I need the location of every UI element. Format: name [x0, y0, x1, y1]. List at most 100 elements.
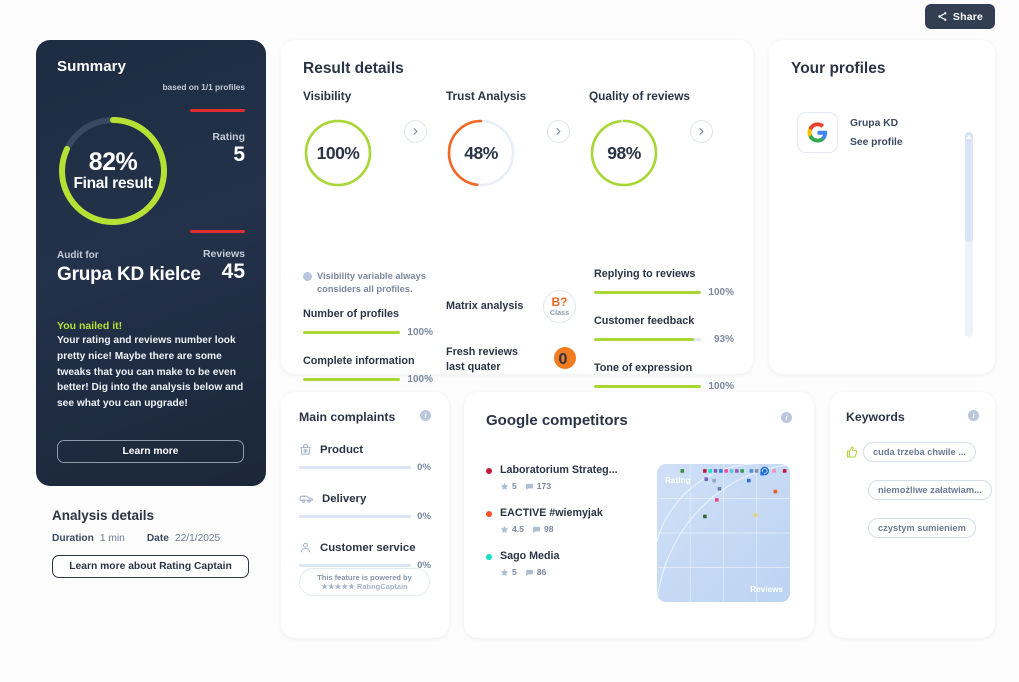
- learn-more-button[interactable]: Learn more: [57, 440, 244, 463]
- competitor-row[interactable]: Laboratorium Strateg... 5 173: [486, 464, 651, 491]
- bar-label: Tone of expression: [594, 362, 693, 374]
- reviews-stat: Reviews 45: [203, 248, 245, 283]
- reviews-label: Reviews: [202, 248, 245, 260]
- delivery-van-icon: [299, 495, 313, 503]
- profiles-scrollbar[interactable]: [965, 132, 973, 337]
- date-label: Date: [146, 533, 169, 544]
- visibility-note-text: Visibility variable always considers all…: [317, 271, 426, 295]
- competitor-stats: 4.5 98: [500, 524, 603, 534]
- main-complaints-card: Main complaints Product 0%: [281, 392, 449, 638]
- complaint-percent: 0%: [417, 511, 431, 522]
- bar-row: 100%: [594, 381, 734, 392]
- main-complaints-header: Main complaints: [299, 410, 431, 424]
- matrix-analysis-row: Matrix analysis B? Class: [446, 290, 576, 323]
- summary-headline: You nailed it!: [57, 320, 123, 332]
- fresh-reviews-label-line1: Fresh reviews: [446, 346, 519, 358]
- comment-icon: [525, 483, 533, 490]
- info-dot-icon: [303, 272, 312, 281]
- bar-fill: [303, 378, 400, 381]
- competitor-rating-value: 5: [512, 481, 517, 491]
- chevron-right-icon: [413, 128, 418, 135]
- competitor-name: Sago Media: [500, 550, 560, 562]
- google-logo-icon: [797, 112, 838, 153]
- complaint-percent: 0%: [417, 462, 431, 473]
- bar-tone-of-expression: Tone of expression 100%: [594, 362, 734, 392]
- keyword-chip[interactable]: czystym sumieniem: [868, 518, 976, 538]
- metric-ring: 100%: [303, 118, 373, 188]
- share-button-label: Share: [952, 10, 984, 23]
- google-competitors-header: Google competitors: [486, 412, 792, 429]
- keywords-card: Keywords cuda trzeba chwile ... niemożli…: [830, 392, 995, 638]
- bar-track: [594, 338, 701, 341]
- share-button[interactable]: Share: [925, 4, 995, 29]
- metric-percent: 98%: [607, 142, 641, 163]
- star-icon: [500, 568, 509, 576]
- info-icon[interactable]: [968, 410, 979, 421]
- competitor-rating: 4.5: [500, 524, 524, 534]
- keywords-header: Keywords: [846, 410, 979, 424]
- duration-label: Duration: [52, 533, 94, 544]
- rating-stat: Rating 5: [212, 131, 245, 166]
- based-on-profiles: based on 1/1 profiles: [162, 82, 245, 92]
- competitor-row[interactable]: EACTIVE #wiemyjak 4.5 98: [486, 507, 651, 534]
- result-details-title: Result details: [303, 60, 404, 77]
- your-profiles-card: Your profiles Grupa KD See profile: [769, 40, 995, 374]
- competitor-info: Sago Media 5 86: [500, 550, 559, 577]
- profiles-scrollbar-thumb[interactable]: [965, 132, 973, 242]
- fresh-reviews-value: 0: [558, 350, 568, 368]
- bar-row: 100%: [594, 287, 734, 298]
- keyword-chip[interactable]: cuda trzeba chwile ...: [863, 442, 976, 462]
- keywords-title: Keywords: [846, 410, 905, 424]
- google-competitors-title: Google competitors: [486, 412, 628, 429]
- metric-name: Quality of reviews: [589, 89, 690, 103]
- rating-value: 5: [233, 143, 245, 166]
- main-complaints-title: Main complaints: [299, 410, 396, 424]
- analysis-details: Analysis details Duration 1 min Date 22/…: [52, 508, 267, 578]
- matrix-grade: B?: [551, 295, 568, 310]
- info-icon[interactable]: [420, 410, 431, 421]
- complaint-label: Product: [320, 443, 364, 456]
- audit-for-label: Audit for: [57, 250, 99, 261]
- google-competitors-card: Google competitors Laboratorium Strateg.…: [464, 392, 814, 638]
- competitors-matrix-plot[interactable]: Rating Reviews: [657, 464, 790, 602]
- competitor-row[interactable]: Sago Media 5 86: [486, 550, 651, 577]
- comment-icon: [525, 569, 533, 576]
- profile-list-item[interactable]: Grupa KD See profile: [797, 112, 903, 153]
- keyword-row: niemożliwe załatwiam...: [868, 480, 992, 500]
- bar-label: Number of profiles: [303, 308, 399, 320]
- share-icon: [938, 12, 947, 21]
- bar-track: [303, 378, 400, 381]
- learn-more-rating-captain-button[interactable]: Learn more about Rating Captain: [52, 555, 249, 578]
- bars-right-group: Replying to reviews 100% Customer feedba…: [594, 268, 734, 409]
- complaint-bar-track: [299, 563, 412, 568]
- metric-visibility: Visibility 100%: [303, 89, 446, 188]
- shopping-bag-icon: [300, 443, 311, 455]
- bar-customer-feedback: Customer feedback 93%: [594, 315, 734, 345]
- metric-percent: 48%: [464, 142, 498, 163]
- competitor-reviews: 173: [525, 481, 551, 491]
- fresh-reviews-row: Fresh reviews last quater 0: [446, 345, 576, 374]
- trust-analysis-next-button[interactable]: [547, 120, 570, 143]
- bar-row: 100%: [303, 327, 433, 338]
- see-profile-link[interactable]: See profile: [850, 137, 903, 148]
- competitor-rating: 5: [500, 567, 517, 577]
- complaint-product: Product 0%: [299, 443, 431, 473]
- bar-percent: 93%: [713, 334, 734, 345]
- metric-quality-of-reviews: Quality of reviews 98%: [589, 89, 732, 188]
- bar-fill: [594, 385, 701, 388]
- matrix-and-fresh-group: Matrix analysis B? Class Fresh reviews l…: [446, 290, 576, 396]
- visibility-next-button[interactable]: [404, 120, 427, 143]
- star-icon: [500, 482, 509, 490]
- quality-of-reviews-next-button[interactable]: [690, 120, 713, 143]
- bar-percent: 100%: [407, 374, 433, 385]
- bar-percent: 100%: [407, 327, 433, 338]
- metric-name: Visibility: [303, 89, 352, 103]
- profile-name: Grupa KD: [850, 117, 899, 129]
- divider-rule: [190, 230, 245, 233]
- matrix-class-label: Class: [549, 308, 570, 318]
- info-icon[interactable]: [781, 412, 792, 423]
- keyword-chip[interactable]: niemożliwe załatwiam...: [868, 480, 992, 500]
- competitor-reviews-value: 98: [543, 524, 554, 534]
- scroll-up-arrow-icon: [966, 135, 972, 139]
- bar-fill: [303, 331, 400, 334]
